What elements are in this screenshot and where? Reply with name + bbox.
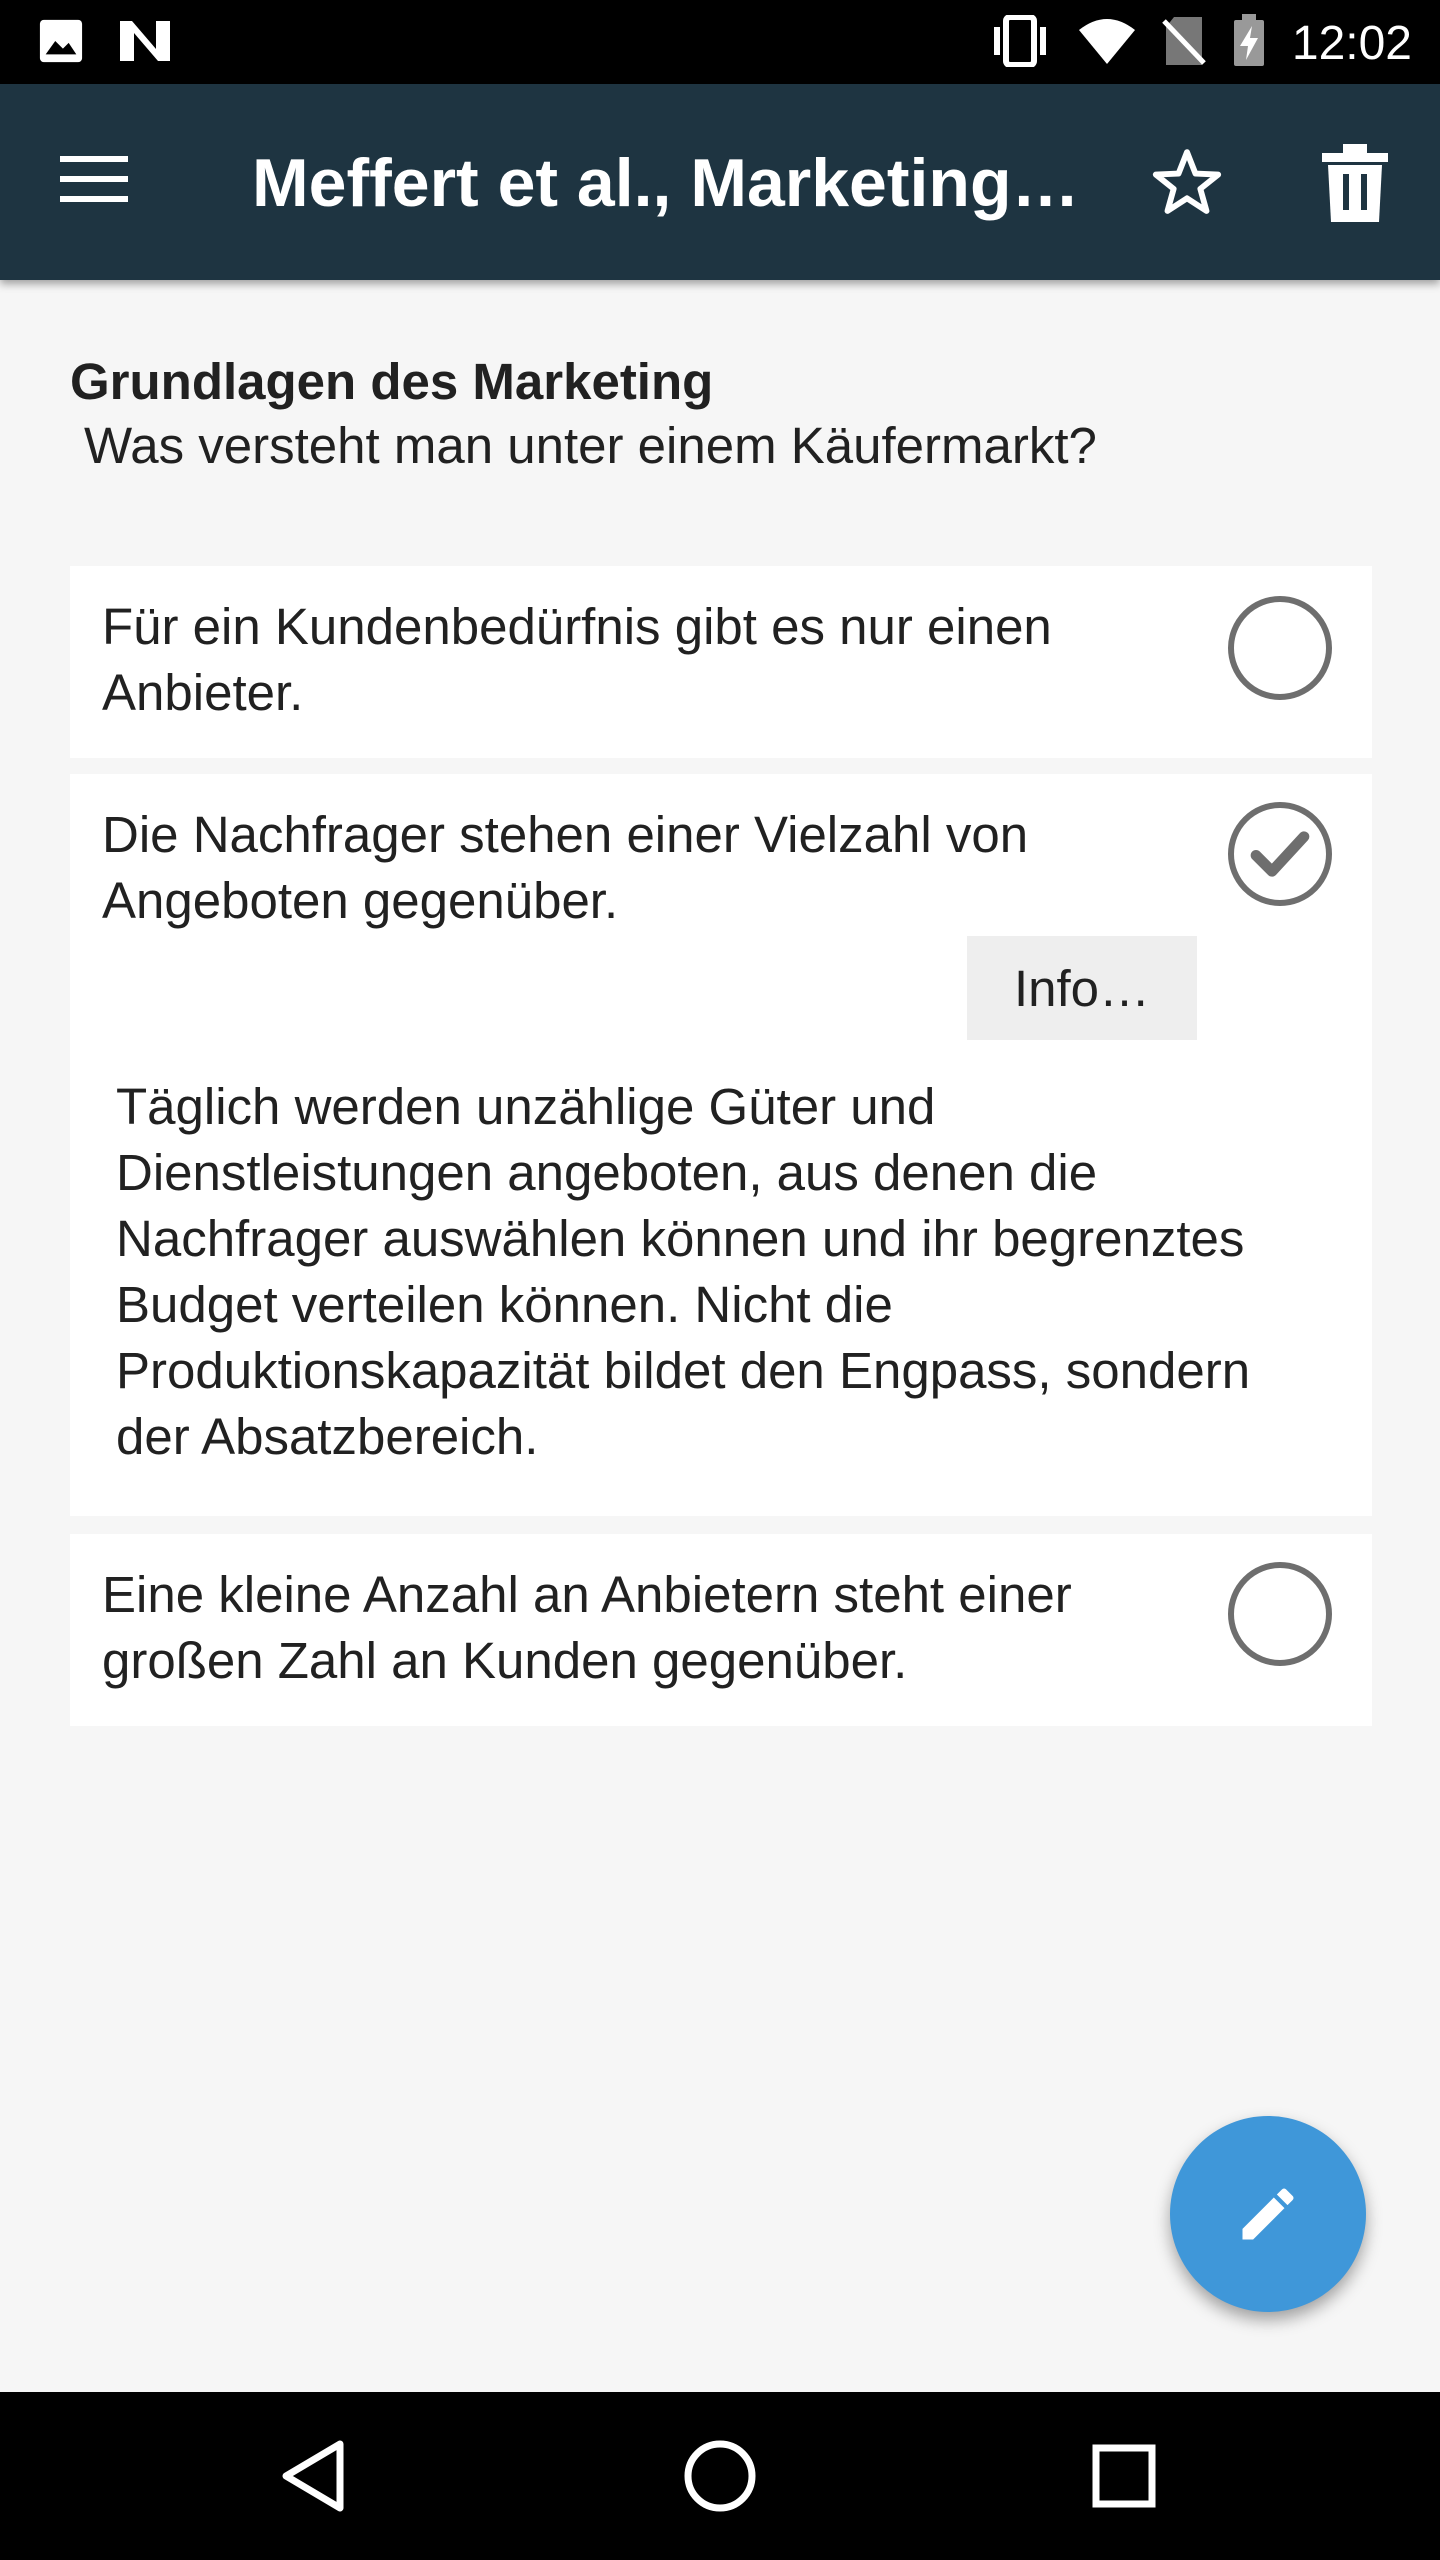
answer-explanation: Täglich werden unzählige Güter und Diens… xyxy=(116,1078,1251,1465)
trash-icon[interactable] xyxy=(1322,144,1388,222)
home-icon[interactable] xyxy=(678,2434,762,2518)
question-text: Was versteht man unter einem Käufermarkt… xyxy=(84,417,1097,474)
answer-text: Eine kleine Anzahl an Anbietern steht ei… xyxy=(102,1566,1072,1689)
pencil-icon xyxy=(1242,2188,1294,2240)
category-title: Grundlagen des Marketing xyxy=(70,353,714,410)
answer-card-selected[interactable]: Die Nachfrager stehen einer Vielzahl von… xyxy=(70,774,1372,1516)
answer-radio-checked[interactable] xyxy=(1228,802,1332,906)
check-icon xyxy=(1250,831,1310,877)
app-bar: Meffert et al., Marketing,… xyxy=(0,84,1440,280)
n-icon xyxy=(118,19,172,68)
answer-card[interactable]: Eine kleine Anzahl an Anbietern steht ei… xyxy=(70,1534,1372,1726)
edit-fab[interactable] xyxy=(1170,2116,1366,2312)
info-button[interactable]: Info… xyxy=(967,936,1197,1040)
answer-card[interactable]: Für ein Kundenbedürfnis gibt es nur eine… xyxy=(70,566,1372,758)
star-icon[interactable] xyxy=(1148,144,1226,222)
back-icon[interactable] xyxy=(272,2434,356,2518)
clock: 12:02 xyxy=(1291,17,1412,70)
no-sim-icon xyxy=(1162,15,1206,72)
vibrate-icon xyxy=(988,14,1052,72)
image-icon xyxy=(38,18,84,69)
recents-icon[interactable] xyxy=(1082,2434,1166,2518)
navigation-bar xyxy=(0,2392,1440,2560)
answer-radio[interactable] xyxy=(1228,1562,1332,1666)
answer-text: Die Nachfrager stehen einer Vielzahl von… xyxy=(102,806,1029,929)
battery-charging-icon xyxy=(1232,14,1266,73)
wifi-icon xyxy=(1078,16,1136,71)
page-title: Meffert et al., Marketing,… xyxy=(252,145,1092,221)
status-bar: 12:02 xyxy=(0,0,1440,84)
answer-radio[interactable] xyxy=(1228,596,1332,700)
answer-text: Für ein Kundenbedürfnis gibt es nur eine… xyxy=(102,598,1052,721)
menu-icon[interactable] xyxy=(60,150,130,210)
